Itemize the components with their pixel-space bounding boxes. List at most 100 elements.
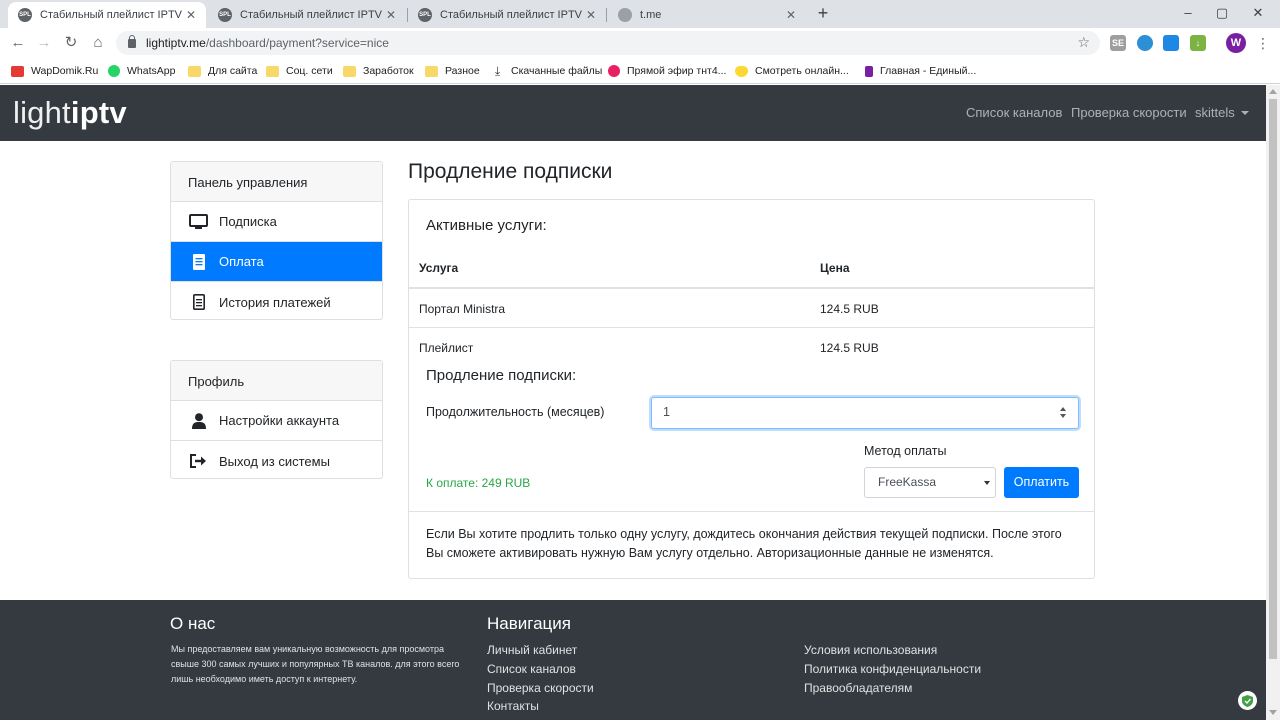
bookmark-item[interactable]: Заработок <box>343 62 414 80</box>
back-icon[interactable]: ← <box>8 33 28 53</box>
bookmark-item[interactable]: Соц. сети <box>266 62 333 80</box>
user-name: skittels <box>1195 105 1235 120</box>
table-header-row: Услуга Цена <box>409 248 1094 288</box>
browser-tab-strip: SPL Стабильный плейлист IPTV ✕ SPL Стаби… <box>0 0 1280 28</box>
tnt-icon <box>608 65 620 77</box>
footer-about-text: Мы предоставляем вам уникальную возможно… <box>171 644 460 684</box>
bookmark-star-icon[interactable]: ☆ <box>1077 34 1090 51</box>
table-cell: Портал Ministra <box>419 302 506 316</box>
bookmark-label: Для сайта <box>208 65 258 77</box>
footer-link-channels[interactable]: Список каналов <box>487 662 576 676</box>
site-footer: О нас Мы предоставляем вам уникальную во… <box>0 600 1280 720</box>
footer-link-contacts[interactable]: Контакты <box>487 699 539 713</box>
logout-icon <box>189 453 208 469</box>
browser-tab[interactable]: t.me ✕ <box>608 2 806 28</box>
bookmark-item[interactable]: Для сайта <box>188 62 257 80</box>
window-close-icon[interactable]: ✕ <box>1248 2 1268 24</box>
url-path: /dashboard/payment?service=nice <box>205 36 389 50</box>
bookmark-label: WapDomik.Ru <box>31 65 99 77</box>
page-title: Продление подписки <box>408 160 613 183</box>
scroll-down-icon[interactable] <box>1269 710 1277 715</box>
tab-separator <box>606 8 607 22</box>
close-icon[interactable]: ✕ <box>784 8 798 22</box>
renewal-note: Если Вы хотите продлить только одну услу… <box>426 527 1062 560</box>
pay-button[interactable]: Оплатить <box>1004 467 1079 498</box>
close-icon[interactable]: ✕ <box>384 8 398 22</box>
page-scrollbar[interactable] <box>1266 85 1280 720</box>
control-panel-title: Панель управления <box>171 162 382 202</box>
browser-tab[interactable]: SPL Стабильный плейлист IPTV ✕ <box>408 2 606 28</box>
address-bar[interactable]: lightiptv.me/dashboard/payment?service=n… <box>116 31 1100 55</box>
whatsapp-icon <box>108 65 120 77</box>
footer-link-speedtest[interactable]: Проверка скорости <box>487 681 594 695</box>
bookmark-item[interactable]: Разное <box>425 62 480 80</box>
new-tab-button[interactable]: + <box>814 3 832 23</box>
sidebar-item-label: Выход из системы <box>219 453 330 469</box>
profile-card: Профиль Настройки аккаунта Выход из сист… <box>170 360 383 479</box>
footer-link-terms[interactable]: Условия использования <box>804 643 937 657</box>
sidebar-item-label: Оплата <box>219 254 264 269</box>
footer-about-title: О нас <box>170 614 216 633</box>
close-icon[interactable]: ✕ <box>584 8 598 22</box>
site-favicon-icon: SPL <box>418 8 432 22</box>
shield-icon[interactable] <box>1238 691 1257 710</box>
sidebar-item-payment[interactable]: Оплата <box>171 242 382 282</box>
table-row: Плейлист 124.5 RUB <box>409 327 1094 367</box>
footer-link-copyright[interactable]: Правообладателям <box>804 681 912 695</box>
nav-link-channels[interactable]: Список каналов <box>966 105 1062 120</box>
table-cell: Плейлист <box>419 341 474 355</box>
profile-title: Профиль <box>171 361 382 401</box>
heart-icon <box>735 65 748 77</box>
extension-icon[interactable]: SE <box>1110 35 1126 51</box>
active-services-title: Активные услуги: <box>426 217 547 234</box>
scroll-up-icon[interactable] <box>1269 89 1277 94</box>
spinner-icon[interactable] <box>1060 406 1068 420</box>
forward-icon[interactable]: → <box>34 33 54 53</box>
user-menu[interactable]: skittels <box>1195 105 1249 120</box>
bookmark-item[interactable]: Прямой эфир тнт4... <box>608 62 726 80</box>
sidebar-item-label: Настройки аккаунта <box>219 413 340 428</box>
payment-card: Активные услуги: Услуга Цена Портал Mini… <box>408 199 1095 579</box>
total-amount: К оплате: 249 RUB <box>426 476 531 490</box>
browser-toolbar: ← → ↻ ⌂ lightiptv.me/dashboard/payment?s… <box>0 28 1280 58</box>
flag-icon <box>865 65 873 77</box>
payment-method-select[interactable]: FreeKassa <box>864 467 996 498</box>
home-icon[interactable]: ⌂ <box>88 33 108 53</box>
bookmark-item[interactable]: Смотреть онлайн... <box>735 62 849 80</box>
sidebar-item-history[interactable]: История платежей <box>171 282 382 322</box>
duration-input[interactable]: 1 <box>651 397 1079 429</box>
tab-title: t.me <box>640 9 662 21</box>
minimize-icon[interactable]: – <box>1178 2 1198 24</box>
close-icon[interactable]: ✕ <box>184 8 198 22</box>
bookmark-label: Заработок <box>363 65 414 77</box>
folder-icon <box>343 65 356 77</box>
nav-link-speedtest[interactable]: Проверка скорости <box>1071 105 1187 120</box>
sidebar-item-account-settings[interactable]: Настройки аккаунта <box>171 401 382 441</box>
maximize-icon[interactable]: ▢ <box>1212 2 1232 24</box>
shield-extension-icon[interactable] <box>1163 35 1179 51</box>
control-panel-card: Панель управления Подписка Оплата Истори… <box>170 161 383 320</box>
footer-link-cabinet[interactable]: Личный кабинет <box>487 643 577 657</box>
browser-tab[interactable]: SPL Стабильный плейлист IPTV ✕ <box>208 2 406 28</box>
bookmark-item[interactable]: Главная - Единый... <box>865 62 976 80</box>
sidebar-item-label: История платежей <box>219 294 331 310</box>
lock-icon <box>128 34 136 48</box>
site-logo[interactable]: lightiptv <box>13 95 127 131</box>
sidebar-item-subscription[interactable]: Подписка <box>171 202 382 242</box>
reload-icon[interactable]: ↻ <box>61 33 81 53</box>
profile-avatar[interactable]: W <box>1226 33 1246 53</box>
browser-tab[interactable]: SPL Стабильный плейлист IPTV ✕ <box>8 2 206 28</box>
bookmark-item[interactable]: ⤓ Скачанные файлы <box>491 62 602 80</box>
menu-icon[interactable]: ⋮ <box>1256 33 1270 53</box>
footer-link-privacy[interactable]: Политика конфиденциальности <box>804 662 981 676</box>
download-extension-icon[interactable]: ↓ <box>1190 35 1206 51</box>
bookmark-item[interactable]: WapDomik.Ru <box>11 62 98 80</box>
extension-icon[interactable] <box>1137 35 1153 51</box>
scrollbar-thumb[interactable] <box>1269 99 1277 659</box>
bookmark-item[interactable]: WhatsApp <box>108 62 175 80</box>
monitor-icon <box>189 213 208 230</box>
logo-light-text: light <box>13 95 71 130</box>
sidebar-item-logout[interactable]: Выход из системы <box>171 441 382 481</box>
site-favicon-icon: SPL <box>18 8 32 22</box>
tab-title: Стабильный плейлист IPTV <box>40 9 182 21</box>
